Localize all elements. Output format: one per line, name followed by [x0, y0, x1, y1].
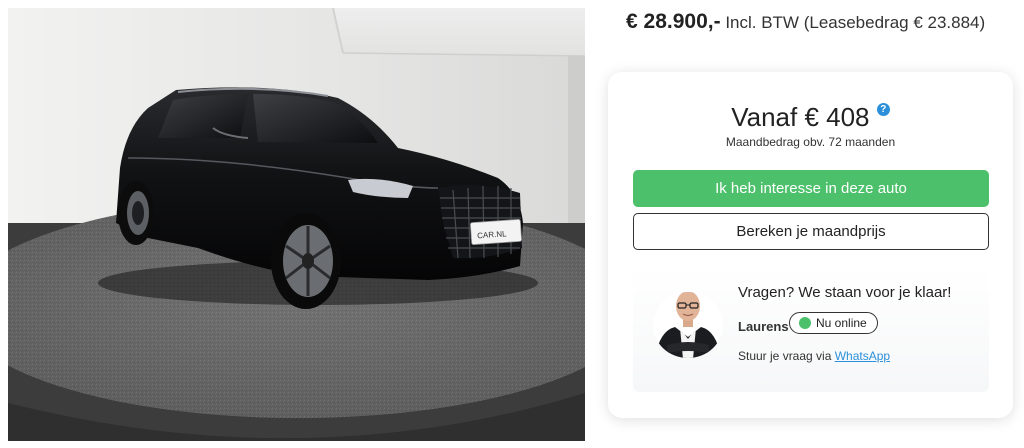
car-photo[interactable]: CAR.NL: [8, 8, 585, 441]
car-image: CAR.NL: [8, 8, 585, 441]
agent-photo-icon: [653, 292, 723, 358]
calculate-monthly-price-button[interactable]: Bereken je maandprijs: [633, 213, 989, 250]
contact-title: Vragen? We staan voor je klaar!: [738, 284, 952, 301]
price-amount: € 28.900,-: [626, 10, 721, 33]
interest-button[interactable]: Ik heb interesse in deze auto: [633, 170, 989, 207]
whatsapp-link[interactable]: WhatsApp: [835, 349, 890, 363]
whatsapp-line: Stuur je vraag via WhatsApp: [738, 349, 890, 363]
online-status-badge: Nu online: [789, 312, 878, 334]
agent-name: Laurens: [738, 319, 789, 334]
agent-avatar: [653, 281, 723, 359]
finance-card: Vanaf € 408 ? Maandbedrag obv. 72 maande…: [608, 72, 1013, 418]
price-suffix: Incl. BTW (Leasebedrag € 23.884): [725, 13, 986, 32]
contact-panel: Vragen? We staan voor je klaar! Laurens …: [633, 267, 989, 392]
monthly-price-label: Vanaf € 408: [731, 102, 870, 132]
monthly-price-heading: Vanaf € 408 ?: [608, 102, 1013, 133]
monthly-note: Maandbedrag obv. 72 maanden: [725, 135, 896, 149]
whatsapp-prefix: Stuur je vraag via: [738, 349, 832, 363]
price-line: € 28.900,- Incl. BTW (Leasebedrag € 23.8…: [626, 10, 1018, 36]
online-dot-icon: [799, 316, 811, 329]
help-icon[interactable]: ?: [876, 103, 890, 116]
online-status-label: Nu online: [816, 316, 867, 330]
